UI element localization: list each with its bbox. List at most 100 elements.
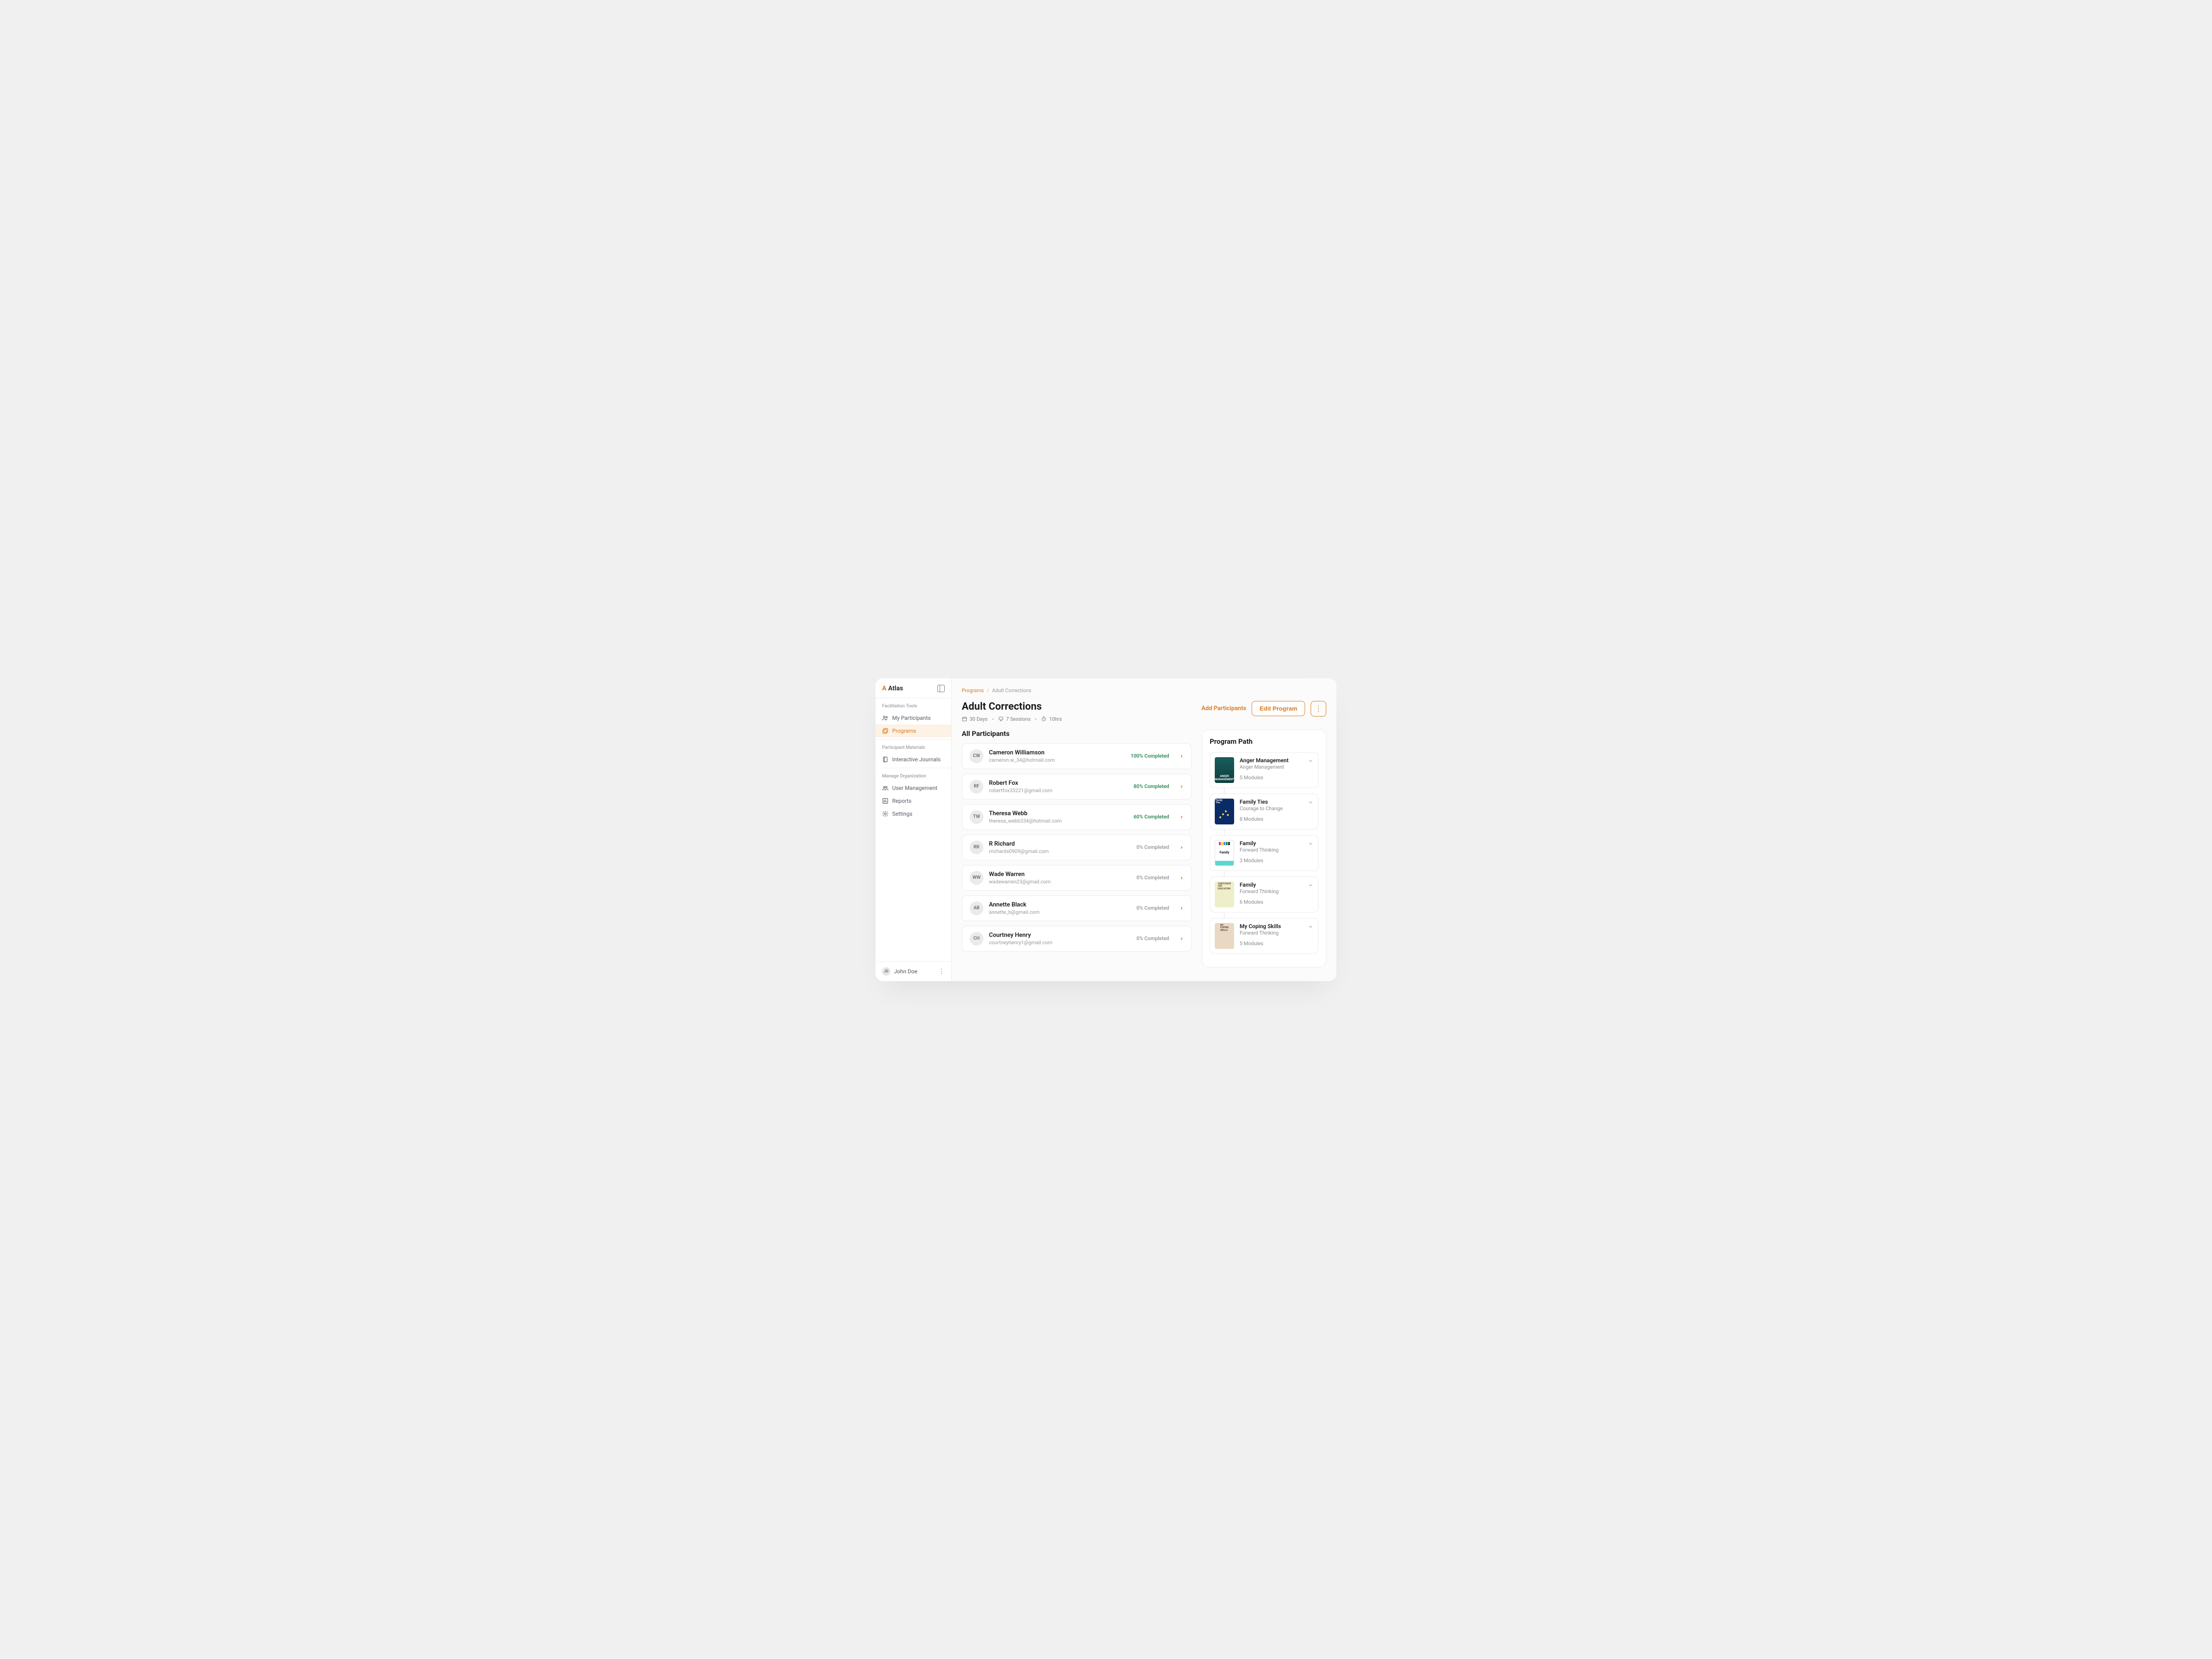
participant-email: cameron.w_34@hotmail.com <box>989 757 1055 763</box>
participant-info: Wade Warrenwadewarren23@gmail.com <box>989 871 1051 885</box>
sidebar-item-interactive-journals[interactable]: Interactive Journals <box>876 753 951 766</box>
participant-status: 0% Completed <box>1136 905 1169 911</box>
clock-icon <box>1041 716 1047 722</box>
layers-icon <box>882 728 888 734</box>
path-info: My Coping SkillsForward Thinking5 Module… <box>1240 923 1302 949</box>
participant-info: R Richardrrichards0909@gmail.com <box>989 841 1049 854</box>
actions: Add Participants Edit Program ⋮ <box>1201 701 1326 717</box>
path-info: Family TiesCourage to Change8 Modules <box>1240 799 1302 824</box>
participant-row[interactable]: CH Courtney Henrycourtneyhenry1@gmail.com… <box>962 926 1192 952</box>
participant-email: rrichards0909@gmail.com <box>989 848 1049 854</box>
nav-section: Participant MaterialsInteractive Journal… <box>876 740 951 768</box>
module-cover: Family <box>1215 840 1234 866</box>
nav-section: Manage OrganizationUser ManagementReport… <box>876 768 951 822</box>
edit-program-button[interactable]: Edit Program <box>1252 701 1305 716</box>
participant-name: Robert Fox <box>989 780 1052 787</box>
program-path-item[interactable]: Family TiesFamily TiesCourage to Change8… <box>1210 794 1318 830</box>
participant-info: Annette Blackannette_b@gmail.com <box>989 901 1040 915</box>
module-cover: Family Ties <box>1215 799 1234 824</box>
breadcrumb-root[interactable]: Programs <box>962 688 984 694</box>
program-path-item[interactable]: SUBSTANCE USE EDUCATIONFamilyForward Thi… <box>1210 877 1318 912</box>
path-info: FamilyForward Thinking6 Modules <box>1240 882 1302 907</box>
participant-info: Courtney Henrycourtneyhenry1@gmail.com <box>989 932 1053 946</box>
participant-status: 100% Completed <box>1131 753 1169 759</box>
path-info: Anger ManagementAnger Management5 Module… <box>1240 757 1302 783</box>
participant-name: R Richard <box>989 841 1049 847</box>
participant-row[interactable]: RF Robert Foxrobertfox33221@gmail.com 80% … <box>962 774 1192 800</box>
meta-days: 30 Days <box>962 716 988 722</box>
sidebar-item-label: Programs <box>892 728 916 734</box>
participant-status: 80% Completed <box>1134 783 1169 789</box>
participant-name: Cameron Williamson <box>989 749 1055 756</box>
chevron-down-icon <box>1308 758 1313 764</box>
module-cover: ANGER MANAGEMENT <box>1215 757 1234 783</box>
participant-status: 60% Completed <box>1134 814 1169 820</box>
participant-avatar: AB <box>970 901 983 915</box>
app-window: AAtlas Facilitation ToolsMy Participants… <box>876 678 1336 981</box>
add-participants-button[interactable]: Add Participants <box>1201 705 1246 712</box>
chevron-down-icon <box>1308 882 1313 888</box>
sidebar-item-reports[interactable]: Reports <box>876 794 951 807</box>
participant-row[interactable]: CWCameron Williamsoncameron.w_34@hotmail… <box>962 743 1192 769</box>
participant-avatar: CH <box>970 932 983 946</box>
chevron-right-icon <box>1179 936 1184 941</box>
path-title: Family Ties <box>1240 799 1302 805</box>
participant-status: 0% Completed <box>1136 844 1169 850</box>
path-info: FamilyForward Thinking3 Modules <box>1240 840 1302 866</box>
calendar-icon <box>962 716 967 722</box>
sidebar-footer: JD John Doe ⋮ <box>876 961 951 981</box>
sidebar-header: AAtlas <box>876 678 951 698</box>
sidebar-item-settings[interactable]: Settings <box>876 807 951 820</box>
chevron-down-icon <box>1308 800 1313 805</box>
title-block: Adult Corrections 30 Days 7 Sessions <box>962 701 1062 722</box>
more-actions-button[interactable]: ⋮ <box>1311 701 1326 717</box>
participant-row[interactable]: RRR Richardrrichards0909@gmail.com0% Com… <box>962 835 1192 860</box>
path-title: My Coping Skills <box>1240 923 1302 930</box>
footer-avatar: JD <box>882 967 890 976</box>
program-path-item[interactable]: ANGER MANAGEMENT Anger ManagementAnger Ma… <box>1210 752 1318 788</box>
path-title: Family <box>1240 882 1302 888</box>
path-subtitle: Courage to Change <box>1240 806 1302 812</box>
sidebar-item-label: Settings <box>892 811 912 817</box>
participant-row[interactable]: AB Annette Blackannette_b@gmail.com 0% Com… <box>962 895 1192 921</box>
chevron-right-icon <box>1179 906 1184 911</box>
path-title: Anger Management <box>1240 757 1302 764</box>
sidebar-item-my-participants[interactable]: My Participants <box>876 712 951 724</box>
participant-status: 0% Completed <box>1136 875 1169 881</box>
participant-row[interactable]: TWTheresa Webbtheresa_webb334@hotmail.co… <box>962 804 1192 830</box>
participant-info: Theresa Webbtheresa_webb334@hotmail.com <box>989 810 1062 824</box>
chevron-right-icon <box>1179 754 1184 759</box>
sessions-icon <box>998 716 1004 722</box>
participant-avatar: RF <box>970 780 983 794</box>
program-path-item[interactable]: MY COPING SKILLS My Coping SkillsForward … <box>1210 918 1318 954</box>
participant-name: Annette Black <box>989 901 1040 908</box>
program-path-item[interactable]: Family FamilyForward Thinking3 Modules <box>1210 835 1318 871</box>
participant-email: theresa_webb334@hotmail.com <box>989 818 1062 824</box>
chart-icon <box>882 798 888 804</box>
brand: AAtlas <box>882 685 903 692</box>
footer-menu-button[interactable]: ⋮ <box>938 968 945 975</box>
chevron-right-icon <box>1179 815 1184 819</box>
participant-row[interactable]: WW Wade Warrenwadewarren23@gmail.com 0% Co… <box>962 865 1192 891</box>
meta-hours: 10hrs <box>1041 716 1062 722</box>
participant-avatar: WW <box>970 871 983 885</box>
participant-name: Theresa Webb <box>989 810 1062 817</box>
participants-section: All Participants CWCameron Williamsoncam… <box>962 729 1192 956</box>
module-cover: MY COPING SKILLS <box>1215 923 1234 949</box>
path-subtitle: Forward Thinking <box>1240 888 1302 894</box>
path-subtitle: Forward Thinking <box>1240 847 1302 853</box>
participant-info: Robert Foxrobertfox33221@gmail.com <box>989 780 1052 794</box>
path-modules: 5 Modules <box>1240 941 1302 947</box>
chevron-right-icon <box>1179 845 1184 850</box>
sidebar-item-programs[interactable]: Programs <box>876 724 951 737</box>
chevron-down-icon <box>1308 841 1313 847</box>
sidebar-item-user-management[interactable]: User Management <box>876 782 951 794</box>
main: Programs / Adult Corrections Adult Corre… <box>952 678 1336 981</box>
sidebar-item-label: User Management <box>892 785 937 791</box>
meta-sessions: 7 Sessions <box>998 716 1030 722</box>
participant-email: annette_b@gmail.com <box>989 909 1040 915</box>
sidebar-collapse-button[interactable] <box>937 685 945 692</box>
chevron-right-icon <box>1179 784 1184 789</box>
journal-icon <box>882 756 888 763</box>
chevron-down-icon <box>1308 924 1313 930</box>
